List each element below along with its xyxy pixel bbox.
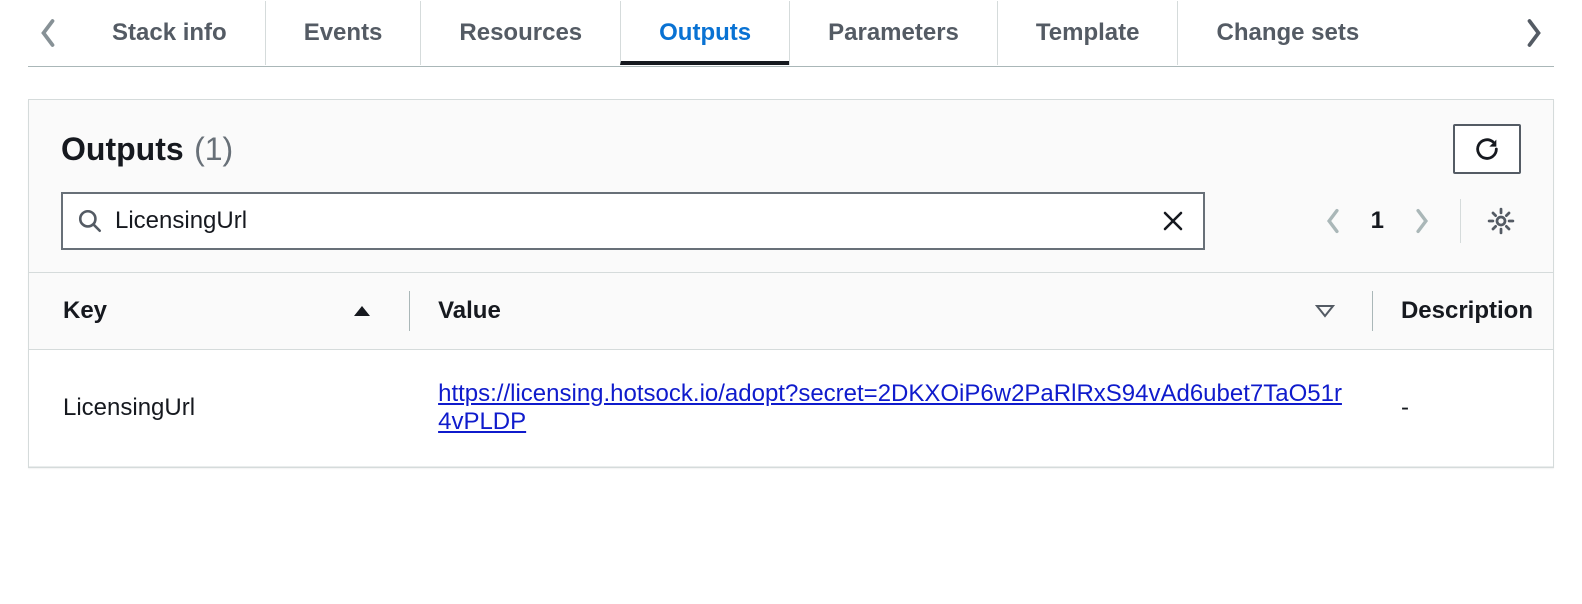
cell-description: -: [1373, 350, 1553, 467]
column-header-key[interactable]: Key: [29, 273, 410, 350]
tabs-row: Stack info Events Resources Outputs Para…: [74, 1, 1554, 65]
page-number: 1: [1361, 207, 1394, 235]
tab-template[interactable]: Template: [997, 1, 1178, 65]
column-header-value-label: Value: [438, 297, 501, 325]
settings-button[interactable]: [1481, 201, 1521, 241]
page-prev-button[interactable]: [1315, 203, 1351, 239]
chevron-right-icon: [1414, 208, 1430, 234]
value-link[interactable]: https://licensing.hotsock.io/adopt?secre…: [438, 380, 1342, 435]
tab-events[interactable]: Events: [265, 1, 421, 65]
tab-parameters[interactable]: Parameters: [789, 1, 997, 65]
column-header-value[interactable]: Value: [410, 273, 1373, 350]
search-input[interactable]: [115, 207, 1157, 235]
tab-stack-info[interactable]: Stack info: [74, 1, 265, 65]
divider: [1460, 199, 1461, 243]
cell-key: LicensingUrl: [29, 350, 410, 467]
column-header-key-label: Key: [63, 297, 107, 325]
panel-header: Outputs (1): [29, 100, 1553, 192]
search-icon: [77, 208, 103, 234]
table-row: LicensingUrl https://licensing.hotsock.i…: [29, 350, 1553, 467]
pagination: 1: [1315, 199, 1521, 243]
tabs-bar: Stack info Events Resources Outputs Para…: [28, 0, 1554, 67]
chevron-left-icon: [38, 18, 58, 48]
refresh-button[interactable]: [1453, 124, 1521, 174]
gear-icon: [1486, 206, 1516, 236]
outputs-table: Key Value: [29, 272, 1553, 467]
close-icon: [1161, 209, 1185, 233]
chevron-left-icon: [1325, 208, 1341, 234]
panel-title: Outputs: [61, 131, 184, 167]
toolbar: 1: [29, 192, 1553, 272]
chevron-right-icon: [1524, 18, 1544, 48]
cell-value: https://licensing.hotsock.io/adopt?secre…: [410, 350, 1373, 467]
sort-none-icon: [1315, 303, 1353, 319]
tab-outputs[interactable]: Outputs: [620, 1, 789, 65]
tab-resources[interactable]: Resources: [420, 1, 620, 65]
search-box: [61, 192, 1205, 250]
panel-count: (1): [194, 131, 233, 167]
page-next-button[interactable]: [1404, 203, 1440, 239]
tab-scroll-right-button[interactable]: [1514, 0, 1554, 66]
tab-change-sets[interactable]: Change sets: [1177, 1, 1397, 65]
panel-title-wrap: Outputs (1): [61, 131, 233, 168]
sort-asc-icon: [352, 303, 390, 319]
clear-search-button[interactable]: [1157, 205, 1189, 237]
column-header-description[interactable]: Description: [1373, 273, 1553, 350]
column-header-description-label: Description: [1401, 297, 1533, 325]
outputs-panel: Outputs (1): [28, 99, 1554, 468]
refresh-icon: [1473, 135, 1501, 163]
tab-scroll-left-button[interactable]: [28, 0, 68, 66]
